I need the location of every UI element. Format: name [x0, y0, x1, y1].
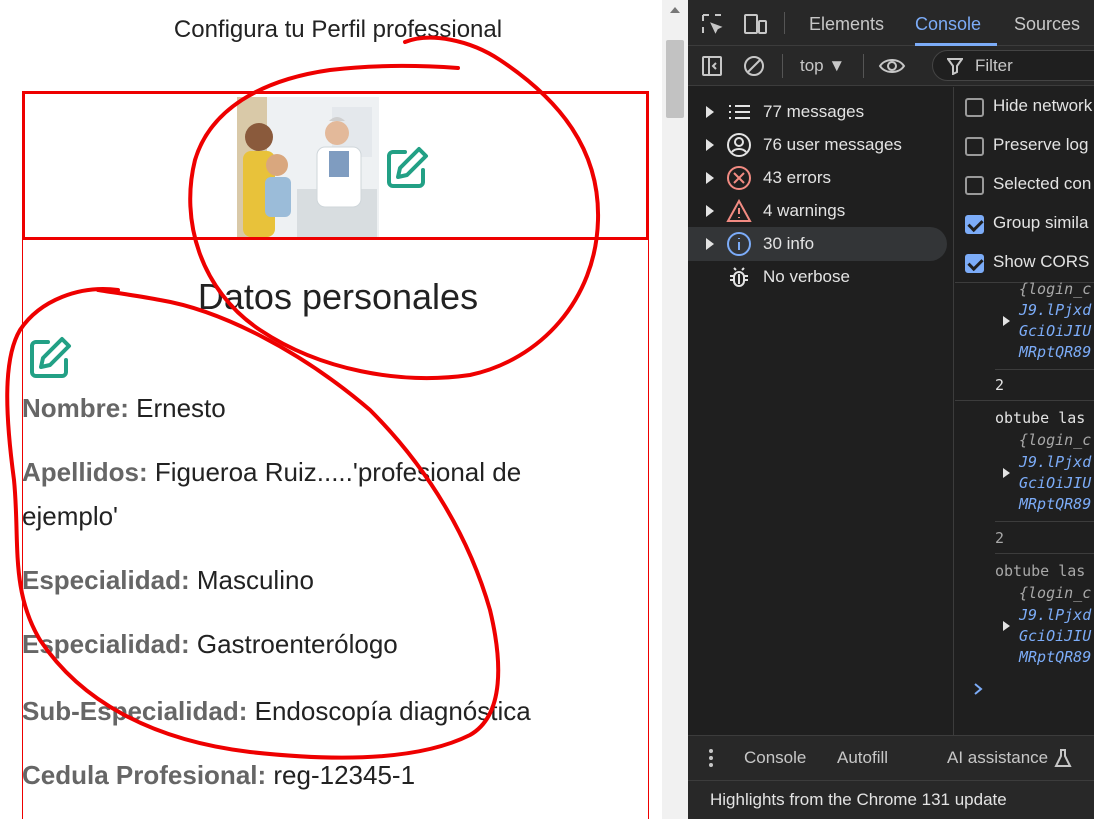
log-object[interactable]: {login_c	[1019, 280, 1091, 298]
field-nombre: Nombre: Ernesto	[22, 393, 226, 423]
filter-input[interactable]: Filter	[932, 50, 1094, 81]
live-expression-eye-icon[interactable]	[878, 54, 906, 83]
console-output: {login_c J9.lPjxd GciOiJIU MRptQR89 2 ob…	[955, 280, 1094, 735]
flask-icon	[1054, 748, 1072, 773]
edit-photo-icon[interactable]	[383, 144, 431, 192]
log-separator	[995, 553, 1094, 554]
field-apellidos-cont: ejemplo'	[22, 501, 119, 531]
log-count: 2	[995, 529, 1005, 547]
page-title: Configura tu Perfil professional	[173, 16, 503, 43]
log-value: J9.lPjxd	[1019, 301, 1092, 319]
drawer-tab-console[interactable]: Console	[744, 748, 806, 768]
profile-page: Configura tu Perfil professional Datos p…	[0, 0, 662, 819]
filter-funnel-icon	[946, 57, 964, 80]
whats-new-text[interactable]: Highlights from the Chrome 131 update	[710, 790, 1007, 810]
scroll-up-icon[interactable]	[670, 7, 680, 13]
tab-divider	[784, 12, 785, 34]
whats-new-footer: Highlights from the Chrome 131 update	[688, 780, 1094, 819]
log-value: MRptQR89	[1019, 648, 1092, 666]
log-value: MRptQR89	[1019, 343, 1092, 361]
expand-arrow-icon	[706, 238, 714, 250]
expand-object-icon[interactable]	[1003, 316, 1010, 326]
log-value: J9.lPjxd	[1019, 606, 1092, 624]
field-apellidos: Apellidos: Figueroa Ruiz.....'profesiona…	[22, 457, 522, 487]
console-prompt-chevron-icon[interactable]	[972, 680, 984, 701]
tab-elements[interactable]: Elements	[809, 14, 884, 35]
devtools-tabbar: Elements Console Sources	[688, 0, 1094, 46]
inspect-element-icon[interactable]	[700, 12, 724, 41]
log-separator	[955, 400, 1094, 401]
expand-object-icon[interactable]	[1003, 621, 1010, 631]
sidebar-item-user-messages[interactable]: 76 user messages	[688, 128, 947, 162]
expand-arrow-icon	[706, 205, 714, 217]
user-circle-icon	[726, 132, 752, 158]
console-sidebar: 77 messages 76 user messages 43 errors 4…	[688, 87, 954, 735]
device-toolbar-icon[interactable]	[742, 12, 768, 41]
drawer-tab-ai-assistance[interactable]: AI assistance	[947, 748, 1048, 768]
info-icon	[726, 231, 752, 257]
field-especialidad-2: Especialidad: Gastroenterólogo	[22, 629, 398, 659]
log-count: 2	[995, 376, 1005, 394]
filter-placeholder: Filter	[975, 56, 1013, 75]
drawer-tabbar: Console Autofill AI assistance	[688, 735, 1094, 780]
field-cedula: Cedula Profesional: reg-12345-1	[22, 760, 416, 790]
list-icon	[726, 99, 752, 125]
sidebar-item-warnings[interactable]: 4 warnings	[688, 194, 947, 228]
log-object[interactable]: {login_c	[1019, 584, 1091, 602]
expand-arrow-icon	[706, 172, 714, 184]
page-scrollbar[interactable]	[662, 0, 688, 819]
sidebar-item-verbose[interactable]: No verbose	[688, 260, 947, 294]
tab-console[interactable]: Console	[915, 14, 981, 35]
log-separator	[995, 369, 1094, 370]
doctor-photo	[237, 97, 379, 237]
sidebar-item-errors[interactable]: 43 errors	[688, 161, 947, 195]
log-message: obtube las	[995, 562, 1086, 580]
console-toolbar: top ▼ Filter	[688, 46, 1094, 86]
log-value: MRptQR89	[1019, 495, 1092, 513]
sidebar-item-info[interactable]: 30 info	[688, 227, 947, 261]
devtools-panel: Elements Console Sources top ▼ Filter 77…	[688, 0, 1094, 819]
field-sub-especialidad: Sub-Especialidad: Endoscopía diagnóstica	[22, 696, 531, 726]
tab-sources[interactable]: Sources	[1014, 14, 1080, 35]
warning-triangle-icon	[726, 198, 752, 224]
expand-object-icon[interactable]	[1003, 468, 1010, 478]
clear-console-icon[interactable]	[742, 54, 766, 83]
toolbar-divider-2	[863, 54, 864, 78]
field-especialidad: Especialidad: Masculino	[22, 565, 314, 595]
expand-arrow-icon	[706, 106, 714, 118]
console-settings: Hide network Preserve log Selected con G…	[955, 87, 1094, 283]
sidebar-toggle-icon[interactable]	[700, 54, 724, 83]
context-selector[interactable]: top ▼	[800, 56, 845, 76]
log-value: GciOiJIU	[1019, 322, 1092, 340]
log-value: J9.lPjxd	[1019, 453, 1092, 471]
scrollbar-thumb[interactable]	[666, 40, 684, 118]
log-value: GciOiJIU	[1019, 474, 1092, 492]
error-x-icon	[726, 165, 752, 191]
drawer-tab-autofill[interactable]: Autofill	[837, 748, 888, 768]
log-message: obtube las	[995, 409, 1086, 427]
log-object[interactable]: {login_c	[1019, 431, 1091, 449]
kebab-menu-icon[interactable]	[708, 748, 714, 773]
toolbar-divider	[782, 54, 783, 78]
expand-arrow-icon	[706, 139, 714, 151]
log-value: GciOiJIU	[1019, 627, 1092, 645]
bug-icon	[726, 264, 752, 290]
edit-personal-data-icon[interactable]	[26, 334, 74, 382]
sidebar-item-messages[interactable]: 77 messages	[688, 95, 947, 129]
log-separator	[995, 521, 1094, 522]
section-title: Datos personales	[197, 276, 479, 317]
